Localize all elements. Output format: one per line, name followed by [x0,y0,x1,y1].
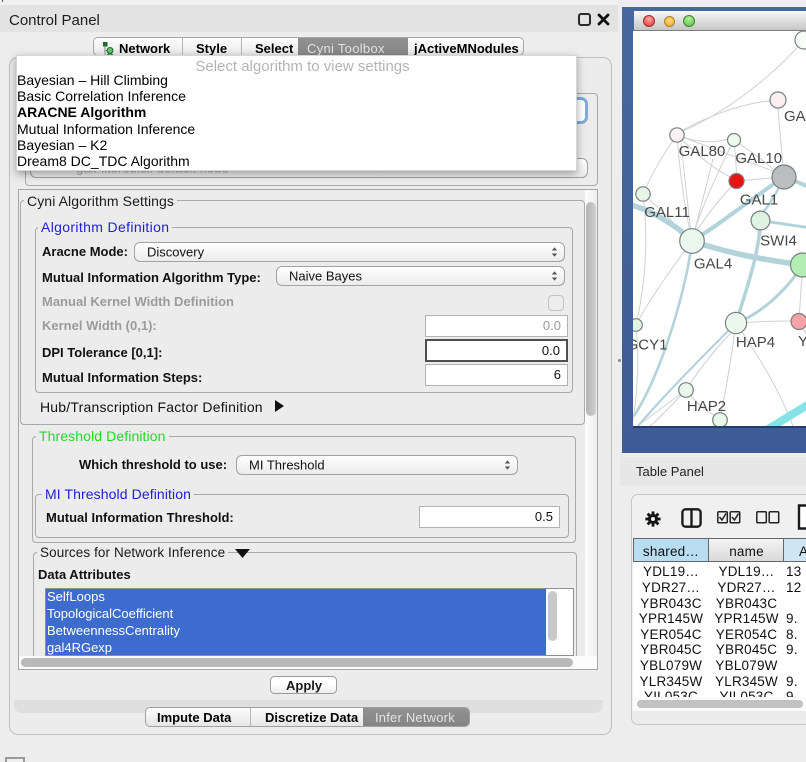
svg-text:HAP2: HAP2 [687,398,726,415]
svg-text:GAL: GAL [784,108,806,125]
svg-text:HAP4: HAP4 [736,334,775,351]
svg-text:GCY1: GCY1 [633,337,667,354]
svg-text:GAL10: GAL10 [735,150,782,167]
svg-text:Y: Y [798,333,806,350]
svg-text:GAL4: GAL4 [694,256,732,273]
svg-text:SWI4: SWI4 [760,233,797,250]
svg-text:GAL11: GAL11 [644,204,690,221]
svg-text:GAL1: GAL1 [740,192,778,209]
svg-text:GAL80: GAL80 [679,143,726,160]
